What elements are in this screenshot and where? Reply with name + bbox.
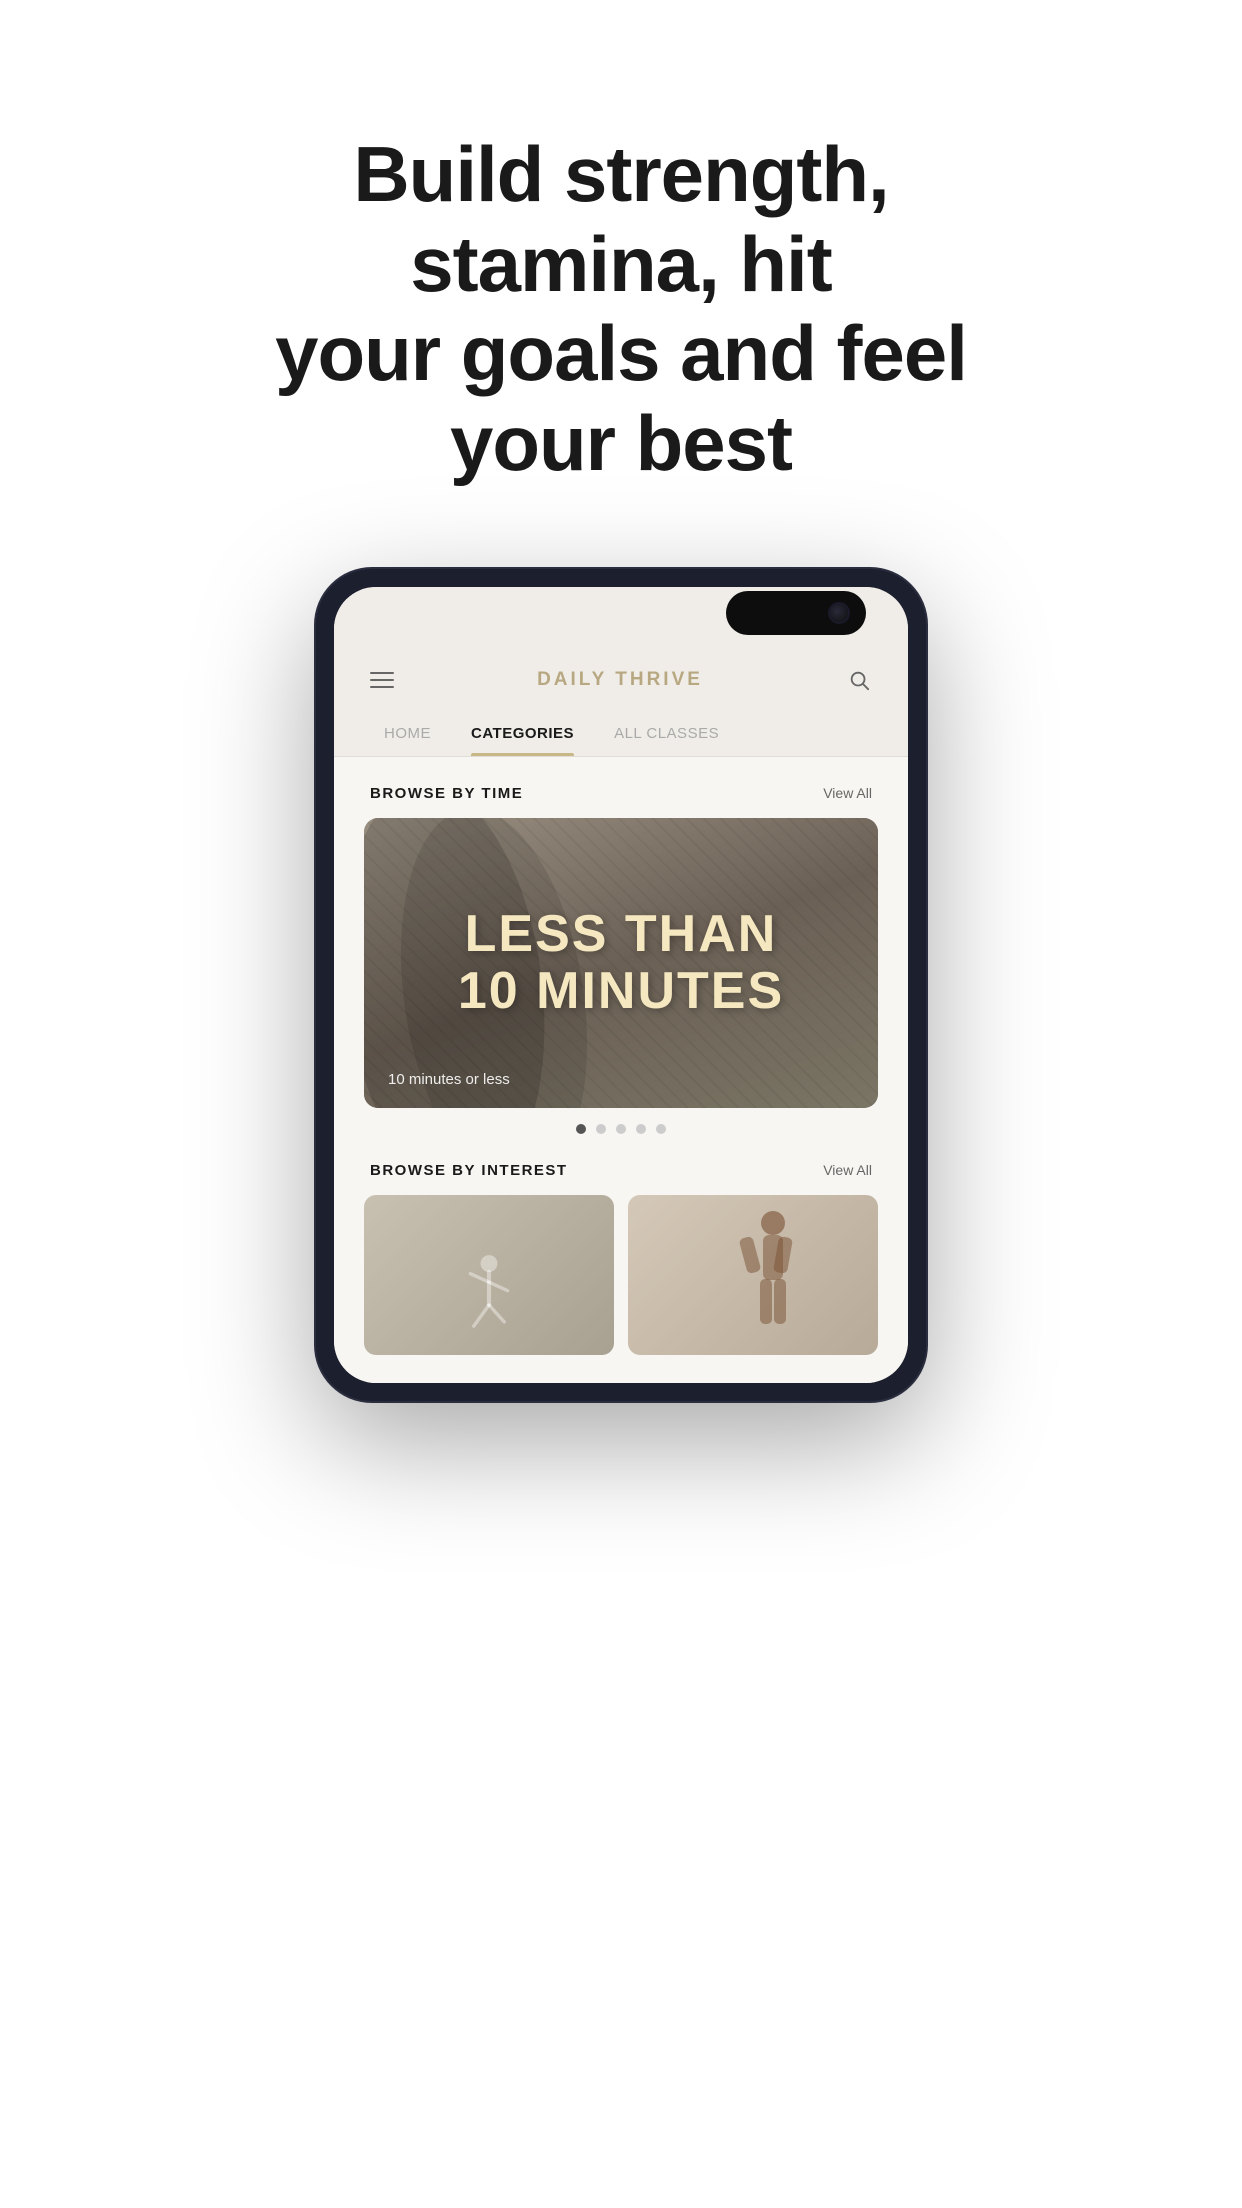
interest-card-fitness[interactable] (628, 1195, 878, 1355)
browse-interest-title: BROWSE BY INTEREST (370, 1162, 568, 1179)
browse-interest-view-all[interactable]: View All (823, 1162, 872, 1178)
banner-subtitle: 10 minutes or less (388, 1071, 510, 1088)
carousel-dots (334, 1108, 908, 1154)
tab-home[interactable]: HOME (364, 709, 451, 756)
banner-headline-line2: 10 MINUTES (458, 963, 784, 1020)
browse-time-view-all[interactable]: View All (823, 785, 872, 801)
app-content: BROWSE BY TIME View All LESS THAN 10 MIN… (334, 757, 908, 1383)
tab-all-classes[interactable]: ALL CLASSES (594, 709, 739, 756)
hamburger-icon[interactable] (370, 672, 394, 688)
banner-headline-line1: LESS THAN (458, 906, 784, 963)
phone-frame: DAILY THRIVE HOME CATEGORIES ALL CLASSES (316, 569, 926, 1401)
dot-2[interactable] (596, 1124, 606, 1134)
browse-time-banner[interactable]: LESS THAN 10 MINUTES 10 minutes or less (364, 818, 878, 1108)
interest-card-yoga[interactable] (364, 1195, 614, 1355)
browse-time-section-header: BROWSE BY TIME View All (334, 785, 908, 818)
search-icon[interactable] (846, 667, 872, 693)
dot-3[interactable] (616, 1124, 626, 1134)
dot-4[interactable] (636, 1124, 646, 1134)
browse-time-title: BROWSE BY TIME (370, 785, 523, 802)
camera-cutout (726, 591, 866, 635)
dot-1[interactable] (576, 1124, 586, 1134)
tab-categories[interactable]: CATEGORIES (451, 709, 594, 756)
phone-screen: DAILY THRIVE HOME CATEGORIES ALL CLASSES (334, 587, 908, 1383)
camera-lens (828, 602, 850, 624)
interest-cards-row (334, 1195, 908, 1355)
browse-interest-header: BROWSE BY INTEREST View All (334, 1162, 908, 1195)
banner-text: LESS THAN 10 MINUTES (458, 906, 784, 1020)
hero-headline: Build strength, stamina, hit your goals … (251, 130, 991, 489)
hero-section: Build strength, stamina, hit your goals … (171, 130, 1071, 489)
browse-interest-section: BROWSE BY INTEREST View All (334, 1154, 908, 1355)
phone-mockup: DAILY THRIVE HOME CATEGORIES ALL CLASSES (316, 569, 926, 1401)
nav-tabs: HOME CATEGORIES ALL CLASSES (334, 709, 908, 757)
app-logo: DAILY THRIVE (537, 669, 703, 691)
dot-5[interactable] (656, 1124, 666, 1134)
